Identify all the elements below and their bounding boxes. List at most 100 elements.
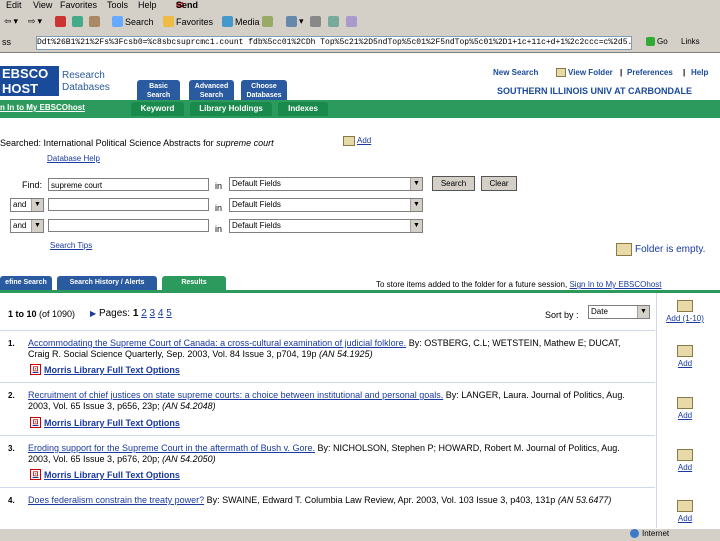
- menu-favorites[interactable]: Favorites: [60, 0, 97, 10]
- search-icon: [112, 16, 123, 27]
- page-link[interactable]: 5: [166, 308, 172, 319]
- add-item-button[interactable]: Add: [664, 345, 706, 368]
- stop-icon: [55, 16, 66, 27]
- folder-icon: [677, 397, 693, 409]
- signin-folder-link[interactable]: Sign In to My EBSCOhost: [569, 280, 661, 289]
- go-button[interactable]: Go: [646, 37, 668, 46]
- result-title[interactable]: Accommodating the Supreme Court of Canad…: [28, 338, 406, 348]
- page-link[interactable]: 2: [141, 308, 147, 319]
- print-button[interactable]: [310, 16, 321, 27]
- back-arrow-icon: ⇦: [4, 16, 12, 26]
- preferences-link[interactable]: Preferences: [627, 68, 673, 77]
- in-label: in: [215, 224, 223, 234]
- stop-button[interactable]: [55, 16, 66, 27]
- result-number: 1.: [8, 339, 15, 348]
- subtab-indexes[interactable]: Indexes: [278, 102, 328, 116]
- mail-button[interactable]: ▾: [286, 16, 304, 27]
- result-title[interactable]: Eroding support for the Supreme Court in…: [28, 443, 315, 453]
- print-icon: [310, 16, 321, 27]
- clear-button[interactable]: Clear: [481, 176, 517, 191]
- field-select-2[interactable]: Default Fields ▼: [229, 198, 423, 212]
- page-link[interactable]: 3: [150, 308, 156, 319]
- folder-icon: [343, 136, 355, 146]
- fulltext-link[interactable]: ⊡ Morris Library Full Text Options: [30, 364, 180, 375]
- database-help-link[interactable]: Database Help: [47, 154, 100, 163]
- result-item: Eroding support for the Supreme Court in…: [28, 443, 620, 464]
- row-divider: [0, 382, 655, 383]
- find-input[interactable]: supreme court: [48, 178, 209, 191]
- refresh-button[interactable]: [72, 16, 83, 27]
- field-select-1[interactable]: Default Fields ▼: [229, 177, 423, 191]
- add-item-button[interactable]: Add: [664, 500, 706, 523]
- page-current: 1: [132, 308, 139, 319]
- result-title[interactable]: Recruitment of chief justices on state s…: [28, 390, 443, 400]
- find-input-3[interactable]: [48, 219, 209, 232]
- find-input-2[interactable]: [48, 198, 209, 211]
- in-label: in: [215, 181, 223, 191]
- browser-menubar: Edit View Favorites Tools Help ✉ Send: [0, 0, 720, 13]
- history-icon: [262, 16, 273, 27]
- menu-help[interactable]: Help: [138, 0, 157, 10]
- forward-button[interactable]: ⇨ ▾: [28, 16, 42, 27]
- find-label: Find:: [22, 180, 43, 190]
- media-button[interactable]: Media: [222, 16, 260, 27]
- home-button[interactable]: [89, 16, 100, 27]
- result-title[interactable]: Does federalism constrain the treaty pow…: [28, 495, 204, 505]
- links-button[interactable]: Links: [681, 37, 700, 46]
- chevron-down-icon: ▼: [31, 199, 43, 211]
- view-folder-link[interactable]: View Folder: [556, 68, 613, 77]
- browser-toolbar: ⇦ ▾ ⇨ ▾ Search Favorites Media ▾: [0, 13, 720, 35]
- ebsco-logo[interactable]: EBSCO HOST: [0, 66, 59, 96]
- fulltext-icon: ⊡: [30, 364, 41, 375]
- favorites-button[interactable]: Favorites: [163, 16, 213, 27]
- mail-icon: [286, 16, 297, 27]
- operator-select-2[interactable]: and ▼: [10, 198, 44, 212]
- field-select-3[interactable]: Default Fields ▼: [229, 219, 423, 233]
- searched-summary: Searched: International Political Scienc…: [0, 138, 274, 148]
- signin-link[interactable]: n In to My EBSCOhost: [0, 103, 85, 112]
- folder-icon: [677, 500, 693, 512]
- history-button[interactable]: [262, 16, 273, 27]
- subtab-library-holdings[interactable]: Library Holdings: [190, 102, 272, 116]
- chevron-down-icon: ▼: [410, 178, 422, 190]
- searched-term: supreme court: [216, 138, 274, 148]
- add-item-button[interactable]: Add: [664, 397, 706, 420]
- row-divider: [0, 330, 655, 331]
- tab-search-history[interactable]: Search History / Alerts: [57, 276, 157, 290]
- logo-subtitle: Research Databases: [62, 70, 110, 93]
- result-number: 3.: [8, 444, 15, 453]
- address-input[interactable]: Ddt%26B1%21%2Fs%3Fcsb0=%c8sbcsuprcmc1.co…: [36, 36, 632, 50]
- add-item-button[interactable]: Add: [664, 449, 706, 472]
- sort-label: Sort by :: [545, 310, 579, 320]
- help-link[interactable]: Help: [691, 68, 708, 77]
- search-button[interactable]: Search: [112, 16, 154, 27]
- chevron-down-icon: ▼: [410, 220, 422, 232]
- subtab-keyword[interactable]: Keyword: [131, 102, 184, 116]
- edit-button[interactable]: [328, 16, 339, 27]
- pagination: ▶ Pages: 1 2 3 4 5: [90, 308, 172, 319]
- discuss-icon: [346, 16, 357, 27]
- menu-tools[interactable]: Tools: [107, 0, 128, 10]
- home-icon: [89, 16, 100, 27]
- sort-select[interactable]: Date ▼: [588, 305, 650, 319]
- tab-refine-search[interactable]: efine Search: [0, 276, 52, 290]
- row-divider: [0, 487, 655, 488]
- menu-edit[interactable]: Edit: [6, 0, 22, 10]
- folder-icon: [677, 449, 693, 461]
- new-search-link[interactable]: New Search: [493, 68, 538, 77]
- menu-view[interactable]: View: [33, 0, 52, 10]
- result-number: 2.: [8, 391, 15, 400]
- back-button[interactable]: ⇦ ▾: [4, 16, 18, 27]
- operator-select-3[interactable]: and ▼: [10, 219, 44, 233]
- next-arrow-icon[interactable]: ▶: [90, 309, 96, 318]
- add-range-button[interactable]: Add (1-10): [664, 300, 706, 323]
- add-search-to-folder[interactable]: Add: [343, 136, 371, 146]
- fulltext-link[interactable]: ⊡ Morris Library Full Text Options: [30, 417, 180, 428]
- search-tips-link[interactable]: Search Tips: [50, 241, 92, 250]
- tab-results[interactable]: Results: [162, 276, 226, 290]
- discuss-button[interactable]: [346, 16, 357, 27]
- university-name: SOUTHERN ILLINOIS UNIV AT CARBONDALE: [497, 86, 692, 96]
- page-link[interactable]: 4: [158, 308, 164, 319]
- fulltext-link[interactable]: ⊡ Morris Library Full Text Options: [30, 469, 180, 480]
- search-submit-button[interactable]: Search: [432, 176, 475, 191]
